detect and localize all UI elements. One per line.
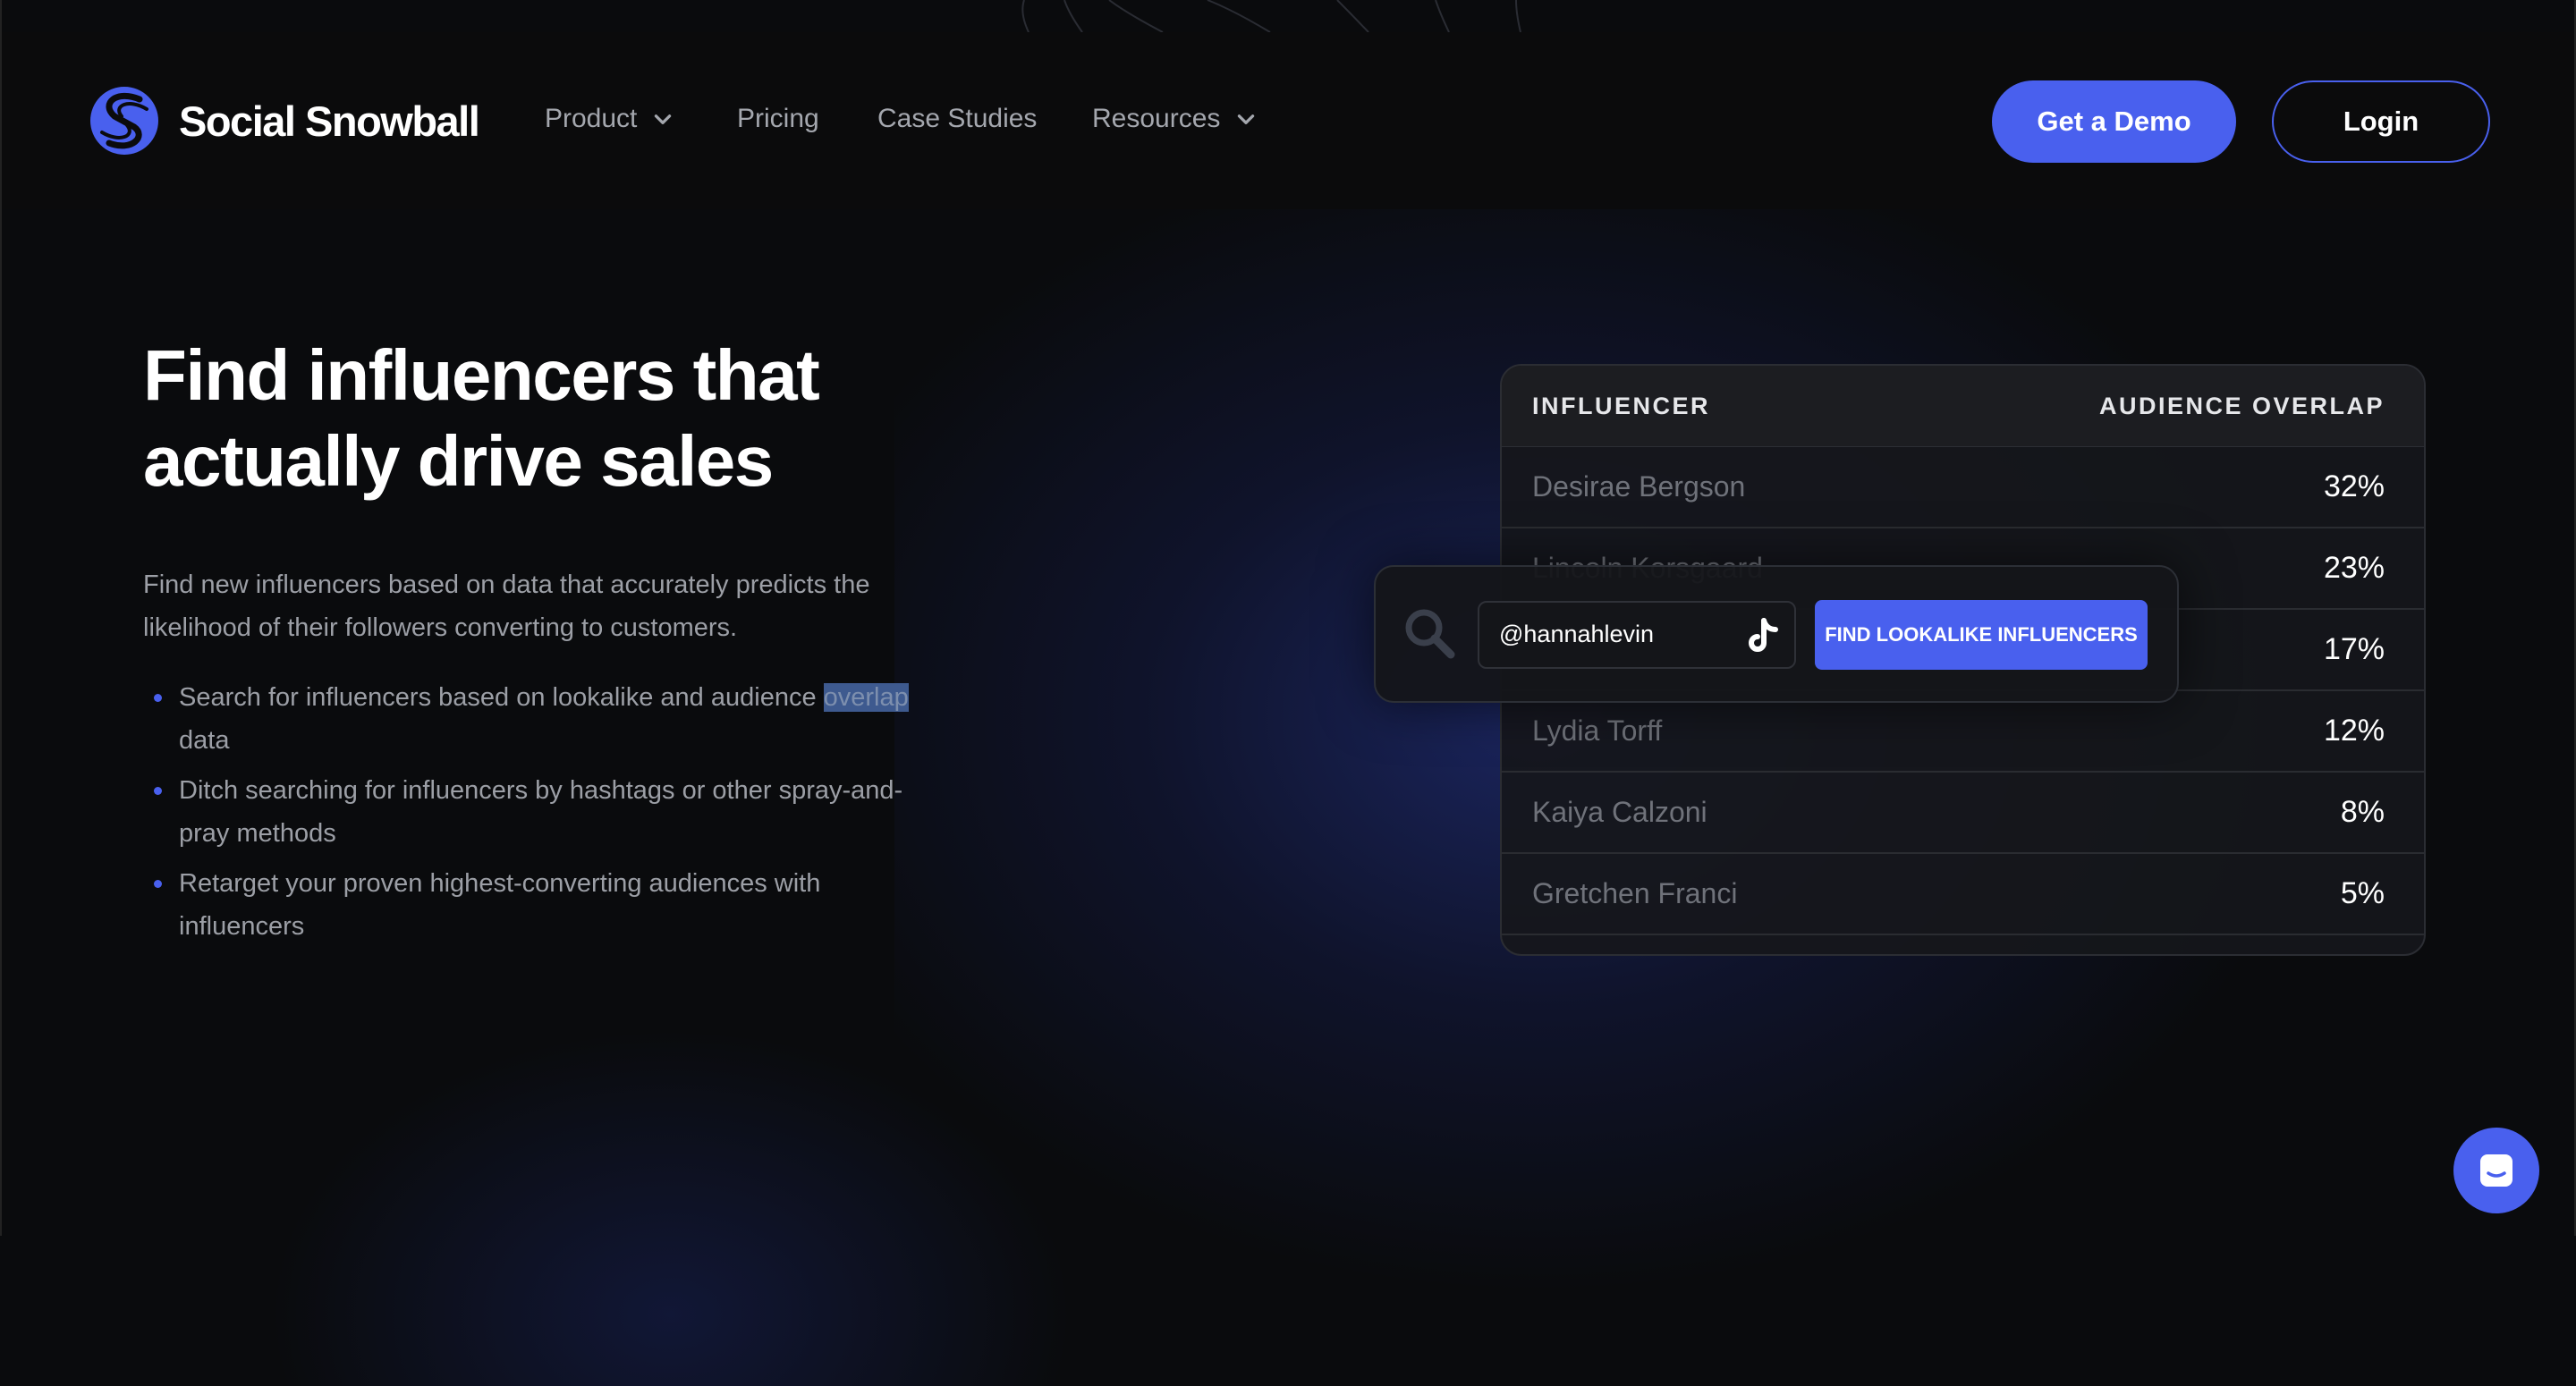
nav-resources-label: Resources	[1092, 104, 1221, 133]
lookalike-search-panel: @hannahlevin FIND LOOKALIKE INFLUENCERS	[1374, 565, 2179, 703]
get-a-demo-button[interactable]: Get a Demo	[1992, 80, 2236, 163]
table-row: Kaiya Calzoni 8%	[1502, 773, 2424, 854]
overlap-value: 32%	[2323, 469, 2385, 503]
feature-item: Ditch searching for influencers by hasht…	[143, 769, 948, 855]
chevron-down-icon	[1238, 114, 1255, 124]
nav-case-studies-label: Case Studies	[877, 104, 1038, 133]
brand-name: Social Snowball	[179, 97, 480, 145]
background-glow-bottom	[268, 1028, 1073, 1386]
overlap-value: 8%	[2340, 795, 2385, 829]
overlap-value: 23%	[2323, 551, 2385, 585]
highlighted-text: overlap	[823, 683, 909, 712]
feature-item: Retarget your proven highest-converting …	[143, 862, 948, 948]
chevron-down-icon	[655, 114, 672, 124]
nav-product-label: Product	[545, 104, 638, 133]
overlap-value: 12%	[2323, 714, 2385, 748]
hero-headline: Find influencers that actually drive sal…	[143, 335, 820, 501]
table-row: Lydia Torff 12%	[1502, 691, 2424, 773]
decorative-arcs	[1021, 0, 1521, 32]
overlap-value: 17%	[2323, 632, 2385, 666]
column-header-audience-overlap: AUDIENCE OVERLAP	[2098, 392, 2385, 419]
login-button[interactable]: Login	[2272, 80, 2490, 163]
nav-resources[interactable]: Resources	[1092, 104, 1258, 134]
nav-pricing-label: Pricing	[737, 104, 819, 133]
influencer-name: Gretchen Franci	[1532, 877, 1738, 909]
feature-text: data	[179, 726, 230, 755]
table-row: Gretchen Franci 5%	[1502, 854, 2424, 935]
search-icon	[1405, 609, 1455, 659]
table-header: INFLUENCER AUDIENCE OVERLAP	[1502, 366, 2424, 447]
nav-case-studies[interactable]: Case Studies	[877, 104, 1037, 134]
nav-product[interactable]: Product	[545, 104, 674, 134]
chat-launcher-button[interactable]	[2453, 1128, 2539, 1213]
table-row: Desirae Bergson 32%	[1502, 447, 2424, 528]
hero-subtitle: Find new influencers based on data that …	[143, 570, 870, 642]
find-lookalike-influencers-button[interactable]: FIND LOOKALIKE INFLUENCERS	[1815, 600, 2148, 670]
chat-icon	[2480, 1154, 2512, 1187]
nav-pricing[interactable]: Pricing	[737, 104, 819, 134]
feature-item: Search for influencers based on lookalik…	[143, 676, 948, 762]
influencer-name: Kaiya Calzoni	[1532, 796, 1707, 828]
handle-value: @hannahlevin	[1499, 621, 1655, 647]
brand-logo[interactable]: Social Snowball	[89, 84, 480, 157]
influencer-name: Desirae Bergson	[1532, 470, 1746, 503]
influencer-name: Lydia Torff	[1532, 714, 1663, 747]
handle-input[interactable]: @hannahlevin	[1478, 601, 1796, 669]
overlap-value: 5%	[2340, 876, 2385, 910]
snowball-logo-icon	[90, 87, 158, 155]
feature-text: Search for influencers based on lookalik…	[179, 683, 824, 712]
top-navbar: Social Snowball Product Pricing Case Stu…	[0, 32, 2576, 209]
tiktok-icon	[1749, 618, 1778, 652]
feature-list: Search for influencers based on lookalik…	[143, 676, 948, 955]
column-header-influencer: INFLUENCER	[1532, 392, 1710, 419]
